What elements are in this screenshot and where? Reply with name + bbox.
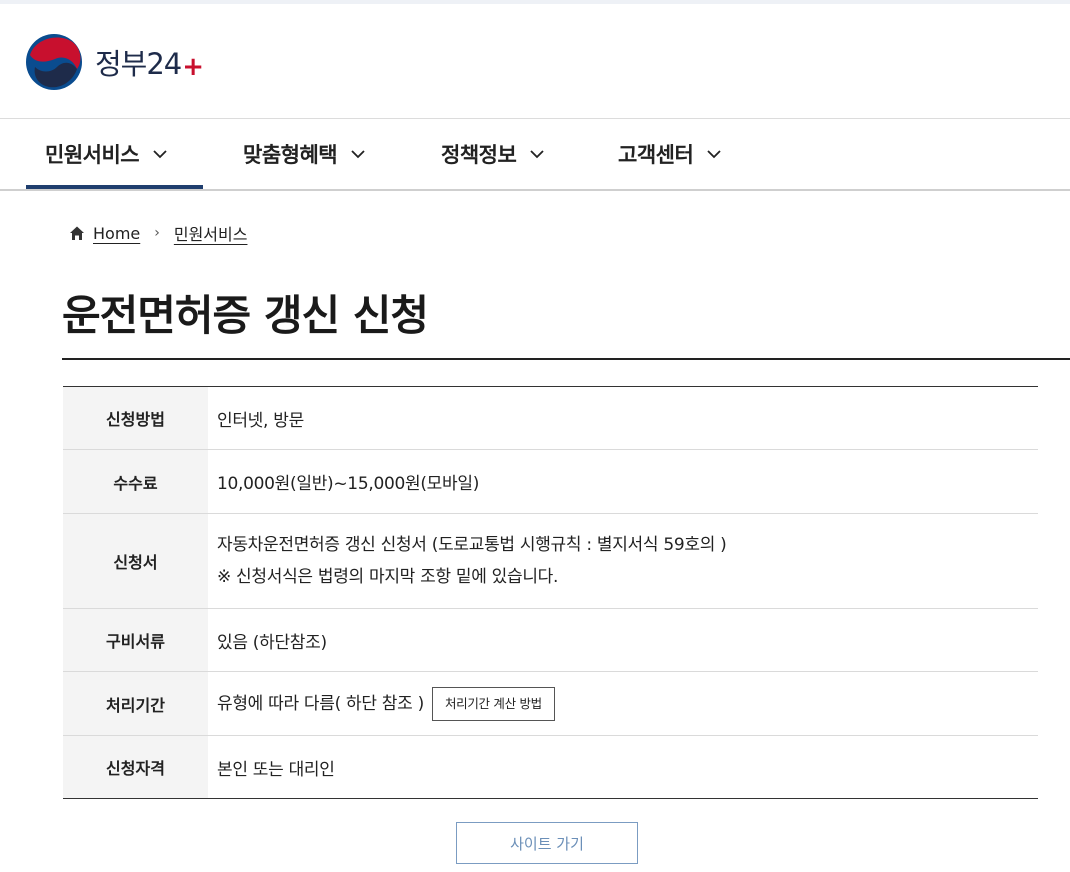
nav-item-civil-service[interactable]: 민원서비스	[26, 119, 203, 189]
chevron-down-icon	[530, 150, 544, 159]
title-rule	[62, 358, 1070, 360]
processing-time-calc-button[interactable]: 처리기간 계산 방법	[431, 686, 555, 721]
top-strip	[0, 0, 1070, 4]
logo-plus: +	[182, 52, 204, 82]
nav-item-label: 고객센터	[618, 143, 694, 167]
table-row: 수수료 10,000원(일반)~15,000원(모바일)	[63, 449, 1038, 514]
row-value: 있음 (하단참조)	[217, 632, 327, 653]
nav-item-customer-center[interactable]: 고객센터	[618, 119, 723, 189]
home-icon	[70, 226, 84, 240]
logo-text: 정부24 +	[95, 41, 204, 83]
nav-item-policy[interactable]: 정책정보	[441, 119, 546, 189]
row-value: 유형에 따라 다름( 하단 참조 )	[217, 693, 424, 714]
page-title: 운전면허증 갱신 신청	[62, 291, 429, 340]
chevron-down-icon	[707, 150, 721, 159]
row-value-cell: 유형에 따라 다름( 하단 참조 ) 처리기간 계산 방법	[208, 672, 1038, 736]
nav-divider	[0, 189, 1070, 191]
main-nav: 민원서비스 맞춤형혜택 정책정보 고객센터	[0, 119, 1070, 189]
breadcrumb: Home › 민원서비스	[68, 220, 247, 246]
row-label: 구비서류	[63, 608, 208, 672]
row-note: ※ 신청서식은 법령의 마지막 조항 밑에 있습니다.	[217, 567, 559, 587]
nav-item-benefits[interactable]: 맞춤형혜택	[243, 119, 367, 189]
row-label: 신청서	[63, 513, 208, 609]
row-label: 신청방법	[63, 386, 208, 450]
row-value-cell: 자동차운전면허증 갱신 신청서 (도로교통법 시행규칙 : 별지서식 59호의 …	[208, 514, 1038, 609]
table-row: 처리기간 유형에 따라 다름( 하단 참조 ) 처리기간 계산 방법	[63, 671, 1038, 736]
table-row: 신청자격 본인 또는 대리인	[63, 735, 1038, 799]
breadcrumb-current-link[interactable]: 민원서비스	[174, 221, 248, 245]
chevron-down-icon	[351, 150, 365, 159]
row-value: 자동차운전면허증 갱신 신청서 (도로교통법 시행규칙 : 별지서식 59호의 …	[217, 535, 727, 555]
nav-item-label: 민원서비스	[45, 143, 140, 167]
nav-item-label: 정책정보	[441, 143, 517, 167]
chevron-down-icon	[153, 150, 167, 159]
go-to-site-button[interactable]: 사이트 가기	[456, 822, 638, 864]
row-value: 인터넷, 방문	[217, 410, 304, 431]
table-row: 구비서류 있음 (하단참조)	[63, 608, 1038, 672]
row-label: 수수료	[63, 449, 208, 514]
chevron-right-icon: ›	[154, 225, 160, 241]
row-label: 처리기간	[63, 671, 208, 736]
logo-wordmark: 정부24	[95, 47, 182, 81]
row-label: 신청자격	[63, 735, 208, 799]
site-logo[interactable]: 정부24 +	[25, 33, 204, 91]
table-row: 신청방법 인터넷, 방문	[63, 386, 1038, 450]
table-row: 신청서 자동차운전면허증 갱신 신청서 (도로교통법 시행규칙 : 별지서식 5…	[63, 513, 1038, 609]
service-info-table: 신청방법 인터넷, 방문 수수료 10,000원(일반)~15,000원(모바일…	[63, 386, 1038, 799]
breadcrumb-home-link[interactable]: Home	[93, 224, 140, 243]
row-value: 본인 또는 대리인	[217, 759, 335, 780]
nav-item-label: 맞춤형혜택	[243, 143, 338, 167]
row-value: 10,000원(일반)~15,000원(모바일)	[217, 474, 480, 494]
taegeuk-logo-icon	[26, 34, 82, 90]
